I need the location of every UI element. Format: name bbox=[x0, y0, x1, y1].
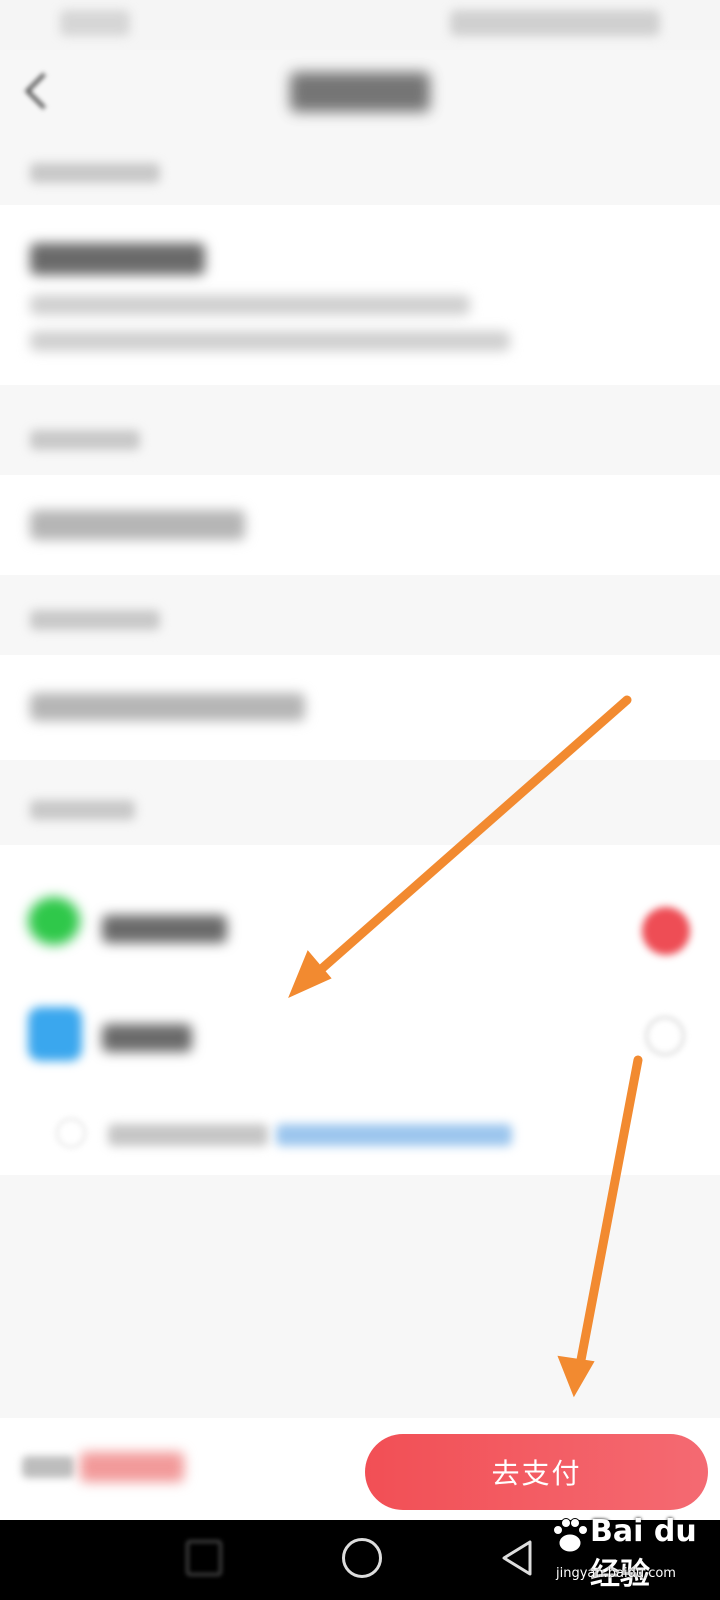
page-title bbox=[290, 72, 430, 112]
chevron-left-icon[interactable] bbox=[24, 72, 62, 110]
annotation-arrowhead-2 bbox=[557, 1355, 595, 1398]
product-card bbox=[0, 205, 720, 385]
status-icons bbox=[450, 10, 660, 36]
wechat-pay-label[interactable] bbox=[102, 915, 227, 943]
alipay-radio[interactable] bbox=[645, 1016, 685, 1056]
alipay-icon[interactable] bbox=[28, 1007, 82, 1061]
agreement-text bbox=[108, 1124, 268, 1146]
wechat-pay-radio[interactable] bbox=[642, 907, 690, 955]
section-label-payment-method bbox=[30, 800, 135, 820]
section-label-account bbox=[30, 610, 160, 630]
account-card bbox=[0, 655, 720, 760]
back-triangle-icon[interactable] bbox=[496, 1536, 540, 1580]
agreement-link[interactable] bbox=[276, 1124, 512, 1146]
service-text bbox=[30, 510, 245, 540]
paw-logo-icon bbox=[553, 1518, 588, 1553]
total-price bbox=[80, 1452, 184, 1482]
status-bar bbox=[0, 0, 720, 50]
product-name bbox=[30, 243, 205, 275]
service-card bbox=[0, 475, 720, 575]
watermark-domain: jingyan.baidu.com bbox=[556, 1566, 676, 1581]
recent-apps-icon[interactable] bbox=[186, 1540, 222, 1576]
product-description-line-2 bbox=[30, 331, 510, 351]
watermark-brand: Bai du 经验 bbox=[590, 1514, 697, 1592]
product-description-line-1 bbox=[30, 295, 470, 315]
pay-button[interactable]: 去支付 bbox=[365, 1434, 708, 1510]
agreement-checkbox[interactable] bbox=[56, 1118, 86, 1148]
account-text bbox=[30, 693, 305, 721]
header bbox=[0, 50, 720, 135]
bottom-bar: 去支付 bbox=[0, 1418, 720, 1520]
home-icon[interactable] bbox=[342, 1538, 382, 1578]
watermark: Bai du 经验 jingyan.baidu.com bbox=[550, 1510, 720, 1592]
alipay-label[interactable] bbox=[102, 1024, 192, 1052]
status-time bbox=[60, 10, 130, 36]
wechat-pay-icon[interactable] bbox=[28, 897, 80, 945]
section-label-item bbox=[30, 163, 160, 183]
section-label-service bbox=[30, 430, 140, 450]
total-label bbox=[22, 1456, 74, 1478]
